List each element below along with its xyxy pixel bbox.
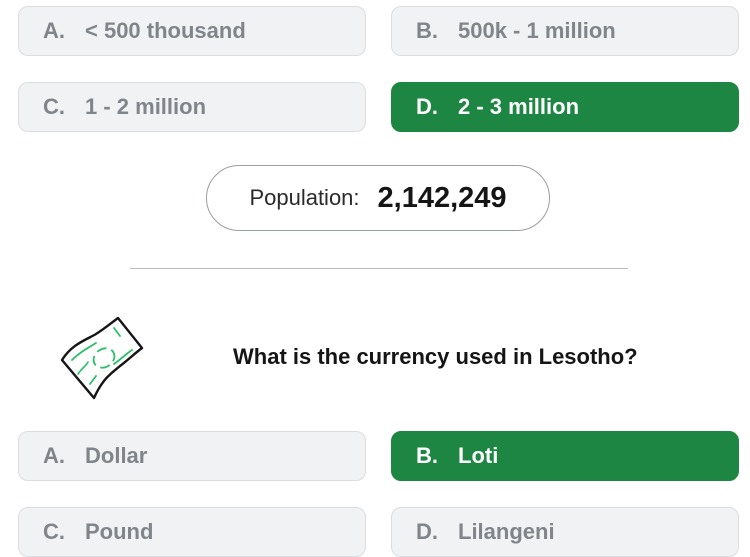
population-label: Population: xyxy=(249,185,360,210)
population-option-a[interactable]: A. < 500 thousand xyxy=(18,6,366,56)
currency-option-b[interactable]: B. Loti xyxy=(391,431,739,481)
currency-option-a[interactable]: A. Dollar xyxy=(18,431,366,481)
population-value: 2,142,249 xyxy=(377,181,507,214)
banknote-icon xyxy=(58,314,146,404)
option-letter: C. xyxy=(43,519,65,544)
population-result: Population: 2,142,249 xyxy=(206,165,550,231)
option-letter: D. xyxy=(416,519,438,544)
option-letter: B. xyxy=(416,443,438,468)
option-text: 500k - 1 million xyxy=(458,18,616,43)
option-letter: D. xyxy=(416,94,438,119)
option-text: Lilangeni xyxy=(458,519,555,544)
option-letter: A. xyxy=(43,443,65,468)
option-text: Loti xyxy=(458,443,499,468)
question-text: What is the currency used in Lesotho? xyxy=(233,344,638,369)
option-text: 1 - 2 million xyxy=(85,94,207,119)
option-letter: B. xyxy=(416,18,438,43)
currency-option-c[interactable]: C. Pound xyxy=(18,507,366,557)
option-letter: C. xyxy=(43,94,65,119)
option-text: Dollar xyxy=(85,443,148,468)
option-text: < 500 thousand xyxy=(85,18,246,43)
population-option-b[interactable]: B. 500k - 1 million xyxy=(391,6,739,56)
option-text: 2 - 3 million xyxy=(458,94,580,119)
population-option-d[interactable]: D. 2 - 3 million xyxy=(391,82,739,132)
currency-option-d[interactable]: D. Lilangeni xyxy=(391,507,739,557)
section-divider xyxy=(130,268,628,269)
population-option-c[interactable]: C. 1 - 2 million xyxy=(18,82,366,132)
option-text: Pound xyxy=(85,519,154,544)
option-letter: A. xyxy=(43,18,65,43)
